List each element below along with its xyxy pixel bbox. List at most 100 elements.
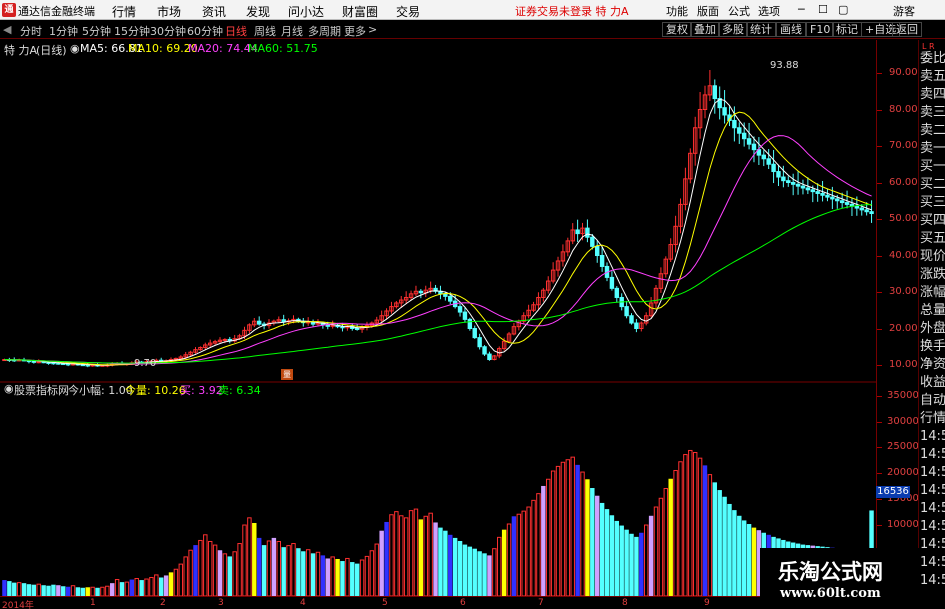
volume-bar xyxy=(70,585,76,596)
sidebar-item[interactable]: 总量 xyxy=(920,302,945,319)
sidebar-item[interactable]: 卖一 xyxy=(920,140,945,157)
guest-label[interactable]: 游客 xyxy=(893,3,915,19)
window-minimize-icon[interactable]: ─ xyxy=(798,3,805,16)
nav-left-icon[interactable]: ◀ xyxy=(3,23,11,36)
period-1min[interactable]: 1分钟 xyxy=(49,23,78,39)
f10-button[interactable]: F10 xyxy=(806,22,835,37)
period-weekly[interactable]: 周线 xyxy=(254,23,276,39)
sidebar-item[interactable]: 买五 xyxy=(920,230,945,247)
candle-body xyxy=(825,194,830,198)
period-5min[interactable]: 5分钟 xyxy=(82,23,111,39)
volume-bar xyxy=(374,543,379,596)
period-60min[interactable]: 60分钟 xyxy=(187,23,223,39)
volume-bar xyxy=(252,522,257,596)
menu-functions[interactable]: 功能 xyxy=(666,3,688,19)
candle-body xyxy=(457,306,463,313)
login-alert[interactable]: 证券交易未登录 特 力A xyxy=(515,3,629,19)
period-15min[interactable]: 15分钟 xyxy=(114,23,150,39)
volume-bar xyxy=(124,581,130,596)
adjust-button[interactable]: 复权 xyxy=(662,22,692,37)
signal-marker[interactable]: 量 xyxy=(281,369,293,380)
volume-bar xyxy=(658,497,664,596)
sidebar-item[interactable]: 买四 xyxy=(920,212,945,229)
price-tick-mark xyxy=(877,365,882,366)
settings-gear-icon[interactable]: ◉ xyxy=(70,42,80,55)
menu-market-quote[interactable]: 行情 xyxy=(112,3,136,20)
volume-bar xyxy=(2,580,7,596)
volume-bar xyxy=(614,520,620,596)
price-tick: 10.00 xyxy=(889,359,918,370)
volume-bar xyxy=(585,479,590,596)
volume-bar xyxy=(26,584,32,596)
sidebar-item[interactable]: 14:5 xyxy=(920,572,945,589)
indicator-gear-icon[interactable]: ◉ xyxy=(4,382,14,395)
period-intraday[interactable]: 分时 xyxy=(20,23,42,39)
volume-bar xyxy=(732,510,737,596)
sidebar-item[interactable]: 委比 xyxy=(920,50,945,67)
window-maximize-icon[interactable]: ▢ xyxy=(838,3,848,16)
kline-chart[interactable] xyxy=(0,40,876,596)
sidebar-item[interactable]: 卖二 xyxy=(920,122,945,139)
sidebar-item[interactable]: 净资 xyxy=(920,356,945,373)
period-daily[interactable]: 日线 xyxy=(225,23,247,39)
menu-wealth-circle[interactable]: 财富圈 xyxy=(342,3,378,20)
sidebar-item[interactable]: 外盘 xyxy=(920,320,945,337)
menu-options[interactable]: 选项 xyxy=(758,3,780,19)
stats-button[interactable]: 统计 xyxy=(746,22,776,37)
sidebar-item[interactable]: 14:5 xyxy=(920,428,945,445)
volume-bar xyxy=(683,454,688,596)
volume-bar xyxy=(394,511,399,596)
mark-button[interactable]: 标记 xyxy=(832,22,862,37)
candle-body xyxy=(746,138,752,145)
period-more[interactable]: 更多 xyxy=(344,23,366,39)
sidebar-item[interactable]: 买三 xyxy=(920,194,945,211)
sidebar-item[interactable]: 现价 xyxy=(920,248,945,265)
volume-bar xyxy=(139,580,144,596)
menu-trade[interactable]: 交易 xyxy=(396,3,420,20)
sidebar-item[interactable]: 14:5 xyxy=(920,518,945,535)
period-multi[interactable]: 多周期 xyxy=(308,23,341,39)
window-restore-icon[interactable]: ☐ xyxy=(818,3,828,16)
volume-bar xyxy=(653,506,659,596)
overlay-button[interactable]: 叠加 xyxy=(690,22,720,37)
menu-discover[interactable]: 发现 xyxy=(246,3,270,20)
sidebar-item[interactable]: 14:5 xyxy=(920,464,945,481)
menu-formula[interactable]: 公式 xyxy=(728,3,750,19)
sidebar-item[interactable]: 行情 xyxy=(920,410,945,427)
sidebar-item[interactable]: 换手 xyxy=(920,338,945,355)
sidebar-item[interactable]: 14:5 xyxy=(920,446,945,463)
volume-bar xyxy=(301,551,306,596)
sidebar-item[interactable]: 买二 xyxy=(920,176,945,193)
volume-tick-mark xyxy=(877,498,882,500)
sidebar-item[interactable]: 14:5 xyxy=(920,482,945,499)
volume-tick: 25000 xyxy=(887,441,919,453)
back-button[interactable]: 返回 xyxy=(892,22,922,37)
menu-layout[interactable]: 版面 xyxy=(697,3,719,19)
sidebar-item[interactable]: 涨幅 xyxy=(920,284,945,301)
price-tick: 70.00 xyxy=(889,140,918,151)
sidebar-item[interactable]: 买一 xyxy=(920,158,945,175)
sidebar-item[interactable]: 涨跌 xyxy=(920,266,945,283)
menu-news[interactable]: 资讯 xyxy=(202,3,226,20)
candle-body xyxy=(732,119,737,129)
period-monthly[interactable]: 月线 xyxy=(281,23,303,39)
volume-bar xyxy=(487,555,492,596)
candle-body xyxy=(614,287,620,298)
sidebar-item[interactable]: 卖三 xyxy=(920,104,945,121)
volume-bar xyxy=(413,508,419,596)
period-30min[interactable]: 30分钟 xyxy=(150,23,186,39)
sidebar-item[interactable]: 14:5 xyxy=(920,554,945,571)
sidebar-item[interactable]: 卖四 xyxy=(920,86,945,103)
sidebar-item[interactable]: 14:5 xyxy=(920,500,945,517)
chevron-right-icon[interactable]: > xyxy=(368,23,377,36)
multi-stock-button[interactable]: 多股 xyxy=(718,22,748,37)
sidebar-item[interactable]: 卖五 xyxy=(920,68,945,85)
draw-button[interactable]: 画线 xyxy=(776,22,806,37)
menu-market[interactable]: 市场 xyxy=(157,3,181,20)
sidebar-item[interactable]: 14:5 xyxy=(920,536,945,553)
sidebar-item[interactable]: 自动 xyxy=(920,392,945,409)
menu-ask-xiaoda[interactable]: 问小达 xyxy=(288,3,324,20)
candle-body xyxy=(594,245,600,256)
app-title: 通达信金融终端 xyxy=(18,5,95,18)
sidebar-item[interactable]: 收益 xyxy=(920,374,945,391)
